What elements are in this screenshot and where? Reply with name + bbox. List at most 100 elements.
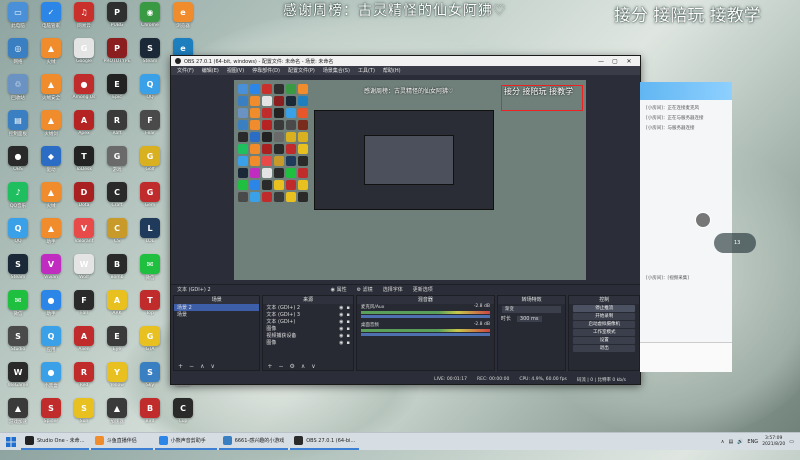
desktop-icon[interactable]: S Sky — [134, 362, 166, 398]
desktop-icon[interactable]: ◆ 驱动 — [35, 146, 67, 182]
desktop-icon[interactable]: A Alien — [68, 326, 100, 362]
menu-item[interactable]: 场景集合(S) — [323, 67, 350, 74]
desktop-icon[interactable]: ▲ 火绒 — [35, 182, 67, 218]
desktop-icon[interactable]: ◉ Chrome — [134, 2, 166, 38]
source-item[interactable]: 文本 (GDI+) 2 ◉ ▪ — [263, 304, 352, 312]
source-item[interactable]: 文本 (GDI+) 3 ◉ ▪ — [263, 311, 352, 319]
desktop-icon[interactable]: F Fear — [134, 110, 166, 146]
control-button[interactable]: 启动虚拟摄像机 — [573, 321, 635, 328]
menu-item[interactable]: 帮助(H) — [383, 67, 401, 74]
desktop-icon[interactable]: V Valorant — [68, 218, 100, 254]
desktop-icon[interactable]: C CS — [101, 218, 133, 254]
remove-scene-button[interactable]: − — [189, 363, 194, 370]
visibility-eye-icon[interactable]: ◉ — [339, 305, 343, 311]
network-icon[interactable]: ▤ — [728, 439, 733, 445]
desktop-icon[interactable]: C Cup — [167, 398, 199, 434]
menu-item[interactable]: 工具(T) — [358, 67, 375, 74]
desktop-icon[interactable]: L LOL — [134, 218, 166, 254]
desktop-icon[interactable]: E Epic — [101, 74, 133, 110]
desktop-icon[interactable]: ● OBS — [2, 146, 34, 182]
desktop-icon[interactable]: B Bomb — [101, 254, 133, 290]
taskbar-app[interactable]: 6661-感兴趣的小游戏 — [218, 434, 289, 450]
volume-slider[interactable] — [360, 315, 490, 318]
desktop-icon[interactable]: ▲ 火绒剑 — [35, 110, 67, 146]
move-up-button[interactable]: ∧ — [301, 363, 305, 370]
control-button[interactable]: 工作室模式 — [573, 329, 635, 336]
desktop-icon[interactable]: S Sun — [68, 398, 100, 434]
desktop-icon[interactable]: G GTA — [134, 326, 166, 362]
avatar[interactable] — [695, 212, 711, 228]
desktop-icon[interactable]: P PROTOTYPE — [101, 38, 133, 74]
remove-source-button[interactable]: − — [278, 363, 283, 370]
desktop-icon[interactable]: ◎ 网络 — [2, 38, 34, 74]
desktop-icon[interactable]: T Top — [134, 290, 166, 326]
source-toolbar-tab[interactable]: ◉ 属性 — [331, 286, 347, 293]
desktop-icon[interactable]: G Google — [68, 38, 100, 74]
visibility-eye-icon[interactable]: ◉ — [339, 319, 343, 325]
source-toolbar-tab[interactable]: ⚙ 滤镜 — [357, 286, 373, 293]
duration-input[interactable]: 300 ms — [516, 315, 542, 322]
source-item[interactable]: 文本 (GDI+) ◉ ▪ — [263, 318, 352, 326]
taskbar-app[interactable]: 斗鱼直播伴侣 — [90, 434, 153, 450]
desktop-icon[interactable]: S Steam — [134, 38, 166, 74]
transition-select[interactable]: 渐变 — [501, 306, 562, 313]
source-settings-button[interactable]: ⚙ — [289, 363, 294, 370]
menu-item[interactable]: 视图(V) — [227, 67, 244, 74]
source-toolbar-tab[interactable]: 选择字体 — [383, 286, 403, 293]
desktop-icon[interactable]: Q QQ — [134, 74, 166, 110]
volume-icon[interactable]: 🔊 — [737, 439, 743, 445]
move-up-button[interactable]: ∧ — [200, 363, 204, 370]
source-item[interactable]: 图像 ◉ ▪ — [263, 325, 352, 333]
visibility-eye-icon[interactable]: ◉ — [339, 333, 343, 339]
desktop-icon[interactable]: C Craft — [101, 182, 133, 218]
scene-item[interactable]: 场景 2 — [174, 304, 260, 311]
visibility-eye-icon[interactable]: ◉ — [339, 326, 343, 332]
desktop-icon[interactable]: Y Yellow — [101, 362, 133, 398]
floating-counter-bubble[interactable]: 13 — [714, 233, 756, 253]
clock[interactable]: 3:57:09 2021/8/20 — [762, 436, 785, 448]
volume-slider[interactable] — [360, 333, 490, 336]
desktop-icon[interactable]: B Bird — [134, 398, 166, 434]
desktop-icon[interactable]: S Spider — [35, 398, 67, 434]
move-down-button[interactable]: ∨ — [311, 363, 315, 370]
menu-item[interactable]: 配置文件(P) — [288, 67, 315, 74]
source-item[interactable]: 视频捕获设备 ◉ ▪ — [263, 332, 352, 340]
add-scene-button[interactable]: + — [178, 363, 183, 370]
lock-icon[interactable]: ▪ — [346, 312, 349, 318]
desktop-icon[interactable]: G 游戏 — [101, 146, 133, 182]
desktop-icon[interactable]: F Fall — [68, 290, 100, 326]
maximize-button[interactable]: ▢ — [608, 58, 622, 65]
desktop-icon[interactable]: Q QQ — [2, 218, 34, 254]
desktop-icon[interactable]: ● 助手 — [35, 290, 67, 326]
desktop-icon[interactable]: R Red — [68, 362, 100, 398]
desktop-icon[interactable]: ▲ 火绒安全 — [35, 74, 67, 110]
desktop-icon[interactable]: T ToDesk — [68, 146, 100, 182]
add-source-button[interactable]: + — [267, 363, 272, 370]
desktop-icon[interactable]: W WeGame — [2, 362, 34, 398]
desktop-icon[interactable]: S Studio — [2, 326, 34, 362]
taskbar-app[interactable]: 小熊声音剪助手 — [154, 434, 217, 450]
control-button[interactable]: 设置 — [573, 337, 635, 344]
desktop-icon[interactable]: e 浏览器 — [167, 2, 199, 38]
desktop-icon[interactable]: Q 应用 — [35, 326, 67, 362]
desktop-icon[interactable]: ▤ 控制面板 — [2, 110, 34, 146]
desktop-icon[interactable]: A Apex — [68, 110, 100, 146]
taskbar-app[interactable]: OBS 27.0.1 (64-bi… — [290, 434, 360, 450]
start-button[interactable] — [3, 434, 19, 450]
desktop-icon[interactable]: D Dota — [68, 182, 100, 218]
chevron-up-icon[interactable]: ∧ — [721, 439, 725, 445]
desktop-icon[interactable]: ♪ QQ音乐 — [2, 182, 34, 218]
lock-icon[interactable]: ▪ — [346, 319, 349, 325]
lock-icon[interactable]: ▪ — [346, 305, 349, 311]
menu-item[interactable]: 编辑(E) — [202, 67, 219, 74]
obs-titlebar[interactable]: OBS 27.0.1 (64-bit, windows) - 配置文件: 未命名… — [171, 56, 640, 66]
lock-icon[interactable]: ▪ — [346, 333, 349, 339]
notifications-icon[interactable]: ▭ — [789, 439, 794, 445]
desktop-icon[interactable]: S Steam — [2, 254, 34, 290]
visibility-eye-icon[interactable]: ◉ — [339, 340, 343, 346]
desktop-icon[interactable]: A ARK — [101, 290, 133, 326]
taskbar-app[interactable]: Studio One - 未命… — [21, 434, 89, 450]
control-button[interactable]: 停止推流 — [573, 305, 635, 312]
desktop-icon[interactable]: ♫ 网易云 — [68, 2, 100, 38]
lock-icon[interactable]: ▪ — [346, 326, 349, 332]
